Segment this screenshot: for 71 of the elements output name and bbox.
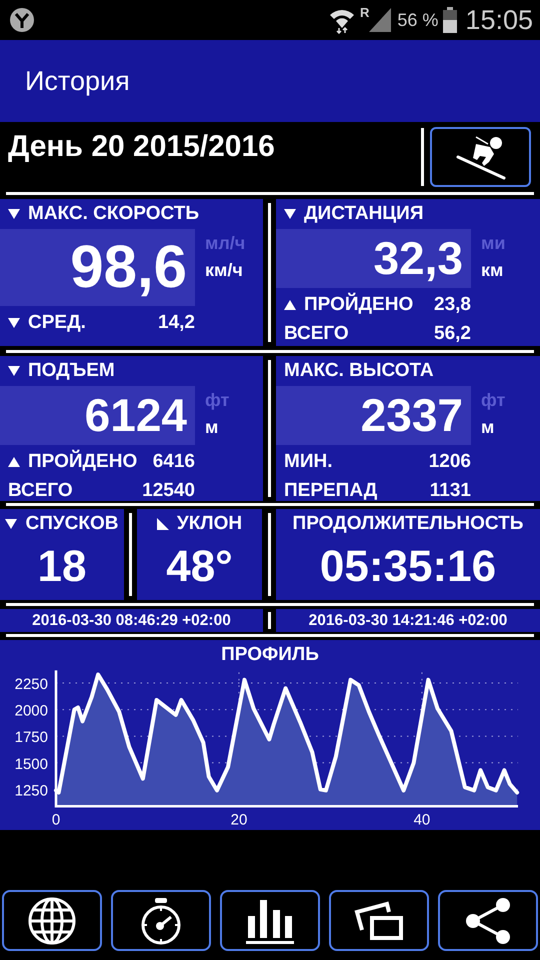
globe-icon: [28, 896, 76, 944]
stat-value: 05:35:16: [320, 542, 496, 592]
windows-icon: [354, 900, 404, 942]
axis-tick-label: 20: [230, 811, 248, 828]
axis-tick-label: 1750: [14, 729, 48, 746]
unit-option[interactable]: км/ч: [205, 260, 246, 281]
stat-label: СПУСКОВ: [25, 513, 118, 535]
stat-label: ПРОДОЛЖИТЕЛЬНОСТЬ: [292, 513, 524, 535]
axis-tick-label: 1500: [14, 756, 48, 773]
stat-row-label: ПЕРЕПАД: [284, 480, 378, 501]
signal-icon: [369, 8, 392, 32]
stat-label: МАКС. СКОРОСТЬ: [28, 203, 199, 225]
stat-row-label: МИН.: [284, 451, 334, 474]
stat-value: 48°: [166, 542, 233, 592]
axis-tick-label: 40: [414, 811, 430, 828]
stat-value: 2337: [360, 388, 463, 443]
axis-tick-label: 2000: [14, 702, 48, 720]
bar-chart-icon: [246, 898, 294, 944]
battery-percentage: 56 %: [397, 10, 438, 30]
battery-icon: [443, 7, 458, 33]
stat-row-label: ВСЕГО: [8, 480, 74, 501]
stat-row-value: 1206: [428, 451, 471, 474]
app-notification-icon: [10, 8, 34, 32]
stat-row-value: 56,2: [434, 323, 471, 346]
down-arrow-icon: [8, 366, 20, 376]
stat-label: ДИСТАНЦИЯ: [304, 203, 424, 225]
stat-value: 98,6: [70, 232, 187, 302]
slope-icon: [156, 518, 169, 530]
activity-mode-button[interactable]: [430, 127, 531, 187]
down-arrow-icon: [8, 209, 20, 219]
axis-tick-label: 2250: [14, 676, 48, 694]
stat-row-value: 23,8: [434, 294, 471, 316]
stat-row-label: ВСЕГО: [284, 323, 350, 346]
map-button[interactable]: [2, 890, 102, 951]
down-arrow-icon: [8, 318, 20, 328]
unit-option[interactable]: км: [481, 260, 506, 281]
stat-value: 18: [38, 542, 86, 592]
stat-row-value: 14,2: [158, 312, 195, 334]
axis-tick-label: 0: [52, 811, 60, 828]
stat-value: 6124: [84, 388, 187, 443]
skier-icon: [456, 134, 506, 180]
clock-time: 15:05: [465, 4, 533, 36]
stat-value: 32,3: [373, 231, 463, 286]
timestamp: 2016-03-30 08:46:29 +02:00: [32, 612, 231, 630]
stat-row-label: ПРОЙДЕНО: [28, 451, 138, 474]
stat-label: МАКС. ВЫСОТА: [284, 360, 434, 382]
stopwatch-icon: [140, 896, 182, 944]
network-type-label: R: [360, 5, 370, 20]
screen-title: История: [25, 66, 130, 96]
stat-label: ПОДЪЕМ: [28, 360, 115, 382]
up-arrow-icon: [8, 457, 20, 468]
down-arrow-icon: [5, 519, 18, 529]
up-arrow-icon: [284, 300, 296, 310]
unit-option[interactable]: м: [481, 417, 506, 438]
stat-row-value: 12540: [142, 480, 195, 501]
stat-row-value: 6416: [152, 451, 195, 474]
share-button[interactable]: [438, 890, 538, 951]
share-icon: [465, 896, 511, 944]
axis-tick-label: 1250: [14, 782, 48, 800]
down-arrow-icon: [284, 209, 296, 219]
unit-option[interactable]: м: [205, 417, 230, 438]
chart-title: ПРОФИЛЬ: [220, 643, 320, 667]
stat-row-label: ПРОЙДЕНО: [304, 294, 414, 316]
gallery-button[interactable]: [329, 890, 429, 951]
stat-label: УКЛОН: [176, 513, 242, 535]
statistics-button[interactable]: [220, 890, 320, 951]
stat-row-label: СРЕД.: [28, 312, 87, 334]
stat-row-value: 1131: [430, 480, 471, 501]
day-title: День 20 2015/2016: [7, 129, 276, 165]
timer-button[interactable]: [111, 890, 211, 951]
timestamp: 2016-03-30 14:21:46 +02:00: [308, 612, 508, 630]
